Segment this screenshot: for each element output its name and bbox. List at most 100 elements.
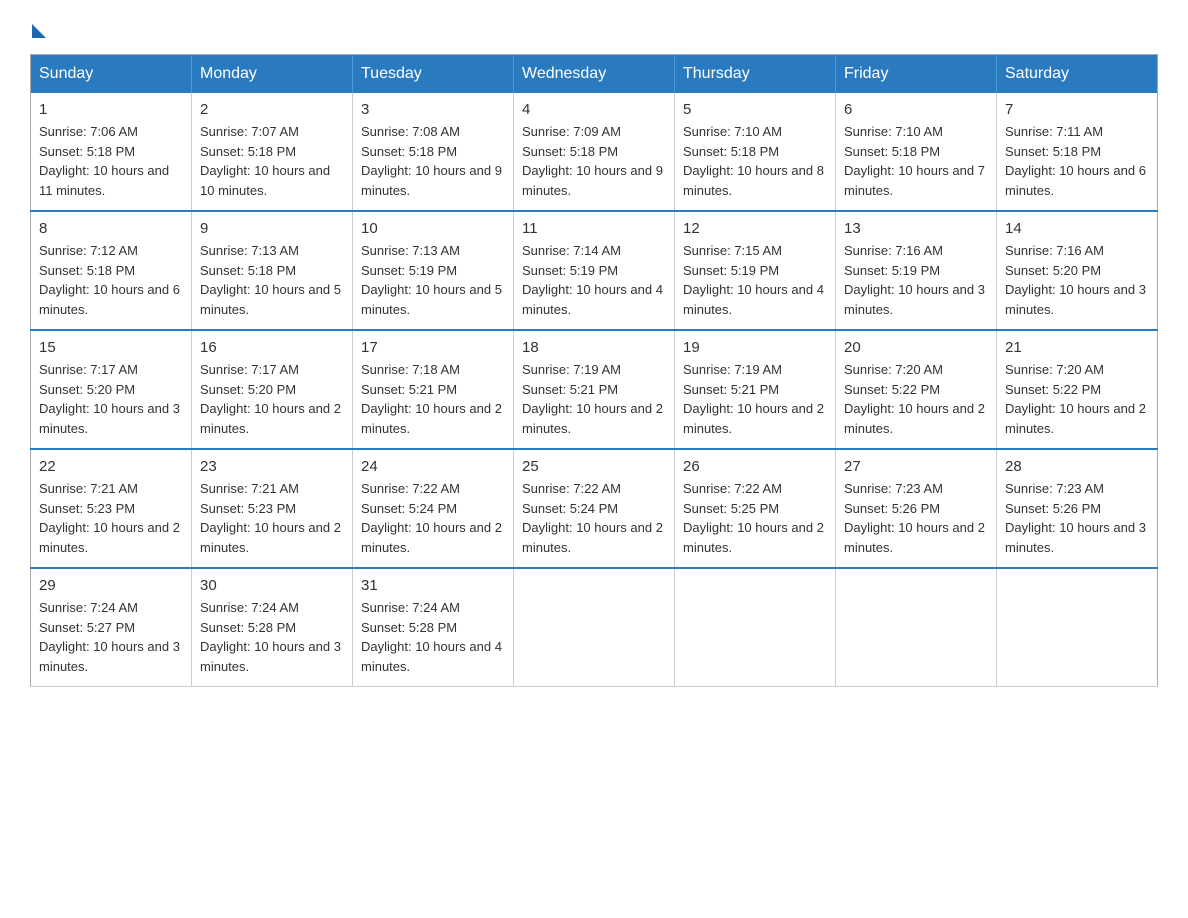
sunset-label: Sunset: 5:19 PM — [522, 263, 618, 278]
sunset-label: Sunset: 5:28 PM — [200, 620, 296, 635]
day-info: Sunrise: 7:14 AM Sunset: 5:19 PM Dayligh… — [522, 241, 666, 319]
calendar-week-row: 8 Sunrise: 7:12 AM Sunset: 5:18 PM Dayli… — [31, 211, 1158, 330]
day-number: 29 — [39, 577, 183, 594]
calendar-cell: 27 Sunrise: 7:23 AM Sunset: 5:26 PM Dayl… — [836, 449, 997, 568]
sunrise-label: Sunrise: 7:24 AM — [200, 600, 299, 615]
col-header-monday: Monday — [192, 55, 353, 94]
day-number: 7 — [1005, 101, 1149, 118]
col-header-sunday: Sunday — [31, 55, 192, 94]
daylight-label: Daylight: 10 hours and 3 minutes. — [39, 639, 180, 674]
sunset-label: Sunset: 5:18 PM — [39, 144, 135, 159]
daylight-label: Daylight: 10 hours and 10 minutes. — [200, 163, 330, 198]
sunset-label: Sunset: 5:19 PM — [361, 263, 457, 278]
daylight-label: Daylight: 10 hours and 9 minutes. — [361, 163, 502, 198]
day-number: 21 — [1005, 339, 1149, 356]
day-info: Sunrise: 7:06 AM Sunset: 5:18 PM Dayligh… — [39, 122, 183, 200]
day-number: 18 — [522, 339, 666, 356]
sunset-label: Sunset: 5:18 PM — [200, 263, 296, 278]
calendar-cell: 28 Sunrise: 7:23 AM Sunset: 5:26 PM Dayl… — [997, 449, 1158, 568]
day-number: 25 — [522, 458, 666, 475]
daylight-label: Daylight: 10 hours and 2 minutes. — [200, 520, 341, 555]
daylight-label: Daylight: 10 hours and 8 minutes. — [683, 163, 824, 198]
daylight-label: Daylight: 10 hours and 3 minutes. — [200, 639, 341, 674]
sunrise-label: Sunrise: 7:09 AM — [522, 124, 621, 139]
day-info: Sunrise: 7:15 AM Sunset: 5:19 PM Dayligh… — [683, 241, 827, 319]
sunset-label: Sunset: 5:21 PM — [361, 382, 457, 397]
sunrise-label: Sunrise: 7:23 AM — [844, 481, 943, 496]
sunset-label: Sunset: 5:23 PM — [200, 501, 296, 516]
calendar-week-row: 1 Sunrise: 7:06 AM Sunset: 5:18 PM Dayli… — [31, 93, 1158, 211]
day-number: 2 — [200, 101, 344, 118]
sunrise-label: Sunrise: 7:18 AM — [361, 362, 460, 377]
sunrise-label: Sunrise: 7:15 AM — [683, 243, 782, 258]
daylight-label: Daylight: 10 hours and 2 minutes. — [844, 401, 985, 436]
calendar-cell: 21 Sunrise: 7:20 AM Sunset: 5:22 PM Dayl… — [997, 330, 1158, 449]
calendar-cell: 20 Sunrise: 7:20 AM Sunset: 5:22 PM Dayl… — [836, 330, 997, 449]
calendar-cell: 4 Sunrise: 7:09 AM Sunset: 5:18 PM Dayli… — [514, 93, 675, 211]
daylight-label: Daylight: 10 hours and 2 minutes. — [844, 520, 985, 555]
calendar-cell: 19 Sunrise: 7:19 AM Sunset: 5:21 PM Dayl… — [675, 330, 836, 449]
day-number: 3 — [361, 101, 505, 118]
sunset-label: Sunset: 5:21 PM — [683, 382, 779, 397]
calendar-cell: 29 Sunrise: 7:24 AM Sunset: 5:27 PM Dayl… — [31, 568, 192, 687]
day-number: 27 — [844, 458, 988, 475]
daylight-label: Daylight: 10 hours and 2 minutes. — [200, 401, 341, 436]
day-number: 14 — [1005, 220, 1149, 237]
sunset-label: Sunset: 5:18 PM — [844, 144, 940, 159]
day-info: Sunrise: 7:24 AM Sunset: 5:27 PM Dayligh… — [39, 598, 183, 676]
calendar-cell: 10 Sunrise: 7:13 AM Sunset: 5:19 PM Dayl… — [353, 211, 514, 330]
daylight-label: Daylight: 10 hours and 6 minutes. — [1005, 163, 1146, 198]
day-info: Sunrise: 7:10 AM Sunset: 5:18 PM Dayligh… — [844, 122, 988, 200]
daylight-label: Daylight: 10 hours and 2 minutes. — [522, 401, 663, 436]
sunrise-label: Sunrise: 7:24 AM — [361, 600, 460, 615]
day-info: Sunrise: 7:24 AM Sunset: 5:28 PM Dayligh… — [200, 598, 344, 676]
sunrise-label: Sunrise: 7:08 AM — [361, 124, 460, 139]
calendar-cell — [675, 568, 836, 687]
day-info: Sunrise: 7:20 AM Sunset: 5:22 PM Dayligh… — [1005, 360, 1149, 438]
calendar-week-row: 15 Sunrise: 7:17 AM Sunset: 5:20 PM Dayl… — [31, 330, 1158, 449]
daylight-label: Daylight: 10 hours and 3 minutes. — [844, 282, 985, 317]
sunrise-label: Sunrise: 7:20 AM — [844, 362, 943, 377]
page-header — [30, 20, 1158, 34]
day-info: Sunrise: 7:16 AM Sunset: 5:19 PM Dayligh… — [844, 241, 988, 319]
sunset-label: Sunset: 5:18 PM — [683, 144, 779, 159]
day-number: 1 — [39, 101, 183, 118]
sunrise-label: Sunrise: 7:10 AM — [844, 124, 943, 139]
sunset-label: Sunset: 5:19 PM — [844, 263, 940, 278]
calendar-cell: 13 Sunrise: 7:16 AM Sunset: 5:19 PM Dayl… — [836, 211, 997, 330]
sunset-label: Sunset: 5:24 PM — [522, 501, 618, 516]
sunset-label: Sunset: 5:19 PM — [683, 263, 779, 278]
calendar-cell: 11 Sunrise: 7:14 AM Sunset: 5:19 PM Dayl… — [514, 211, 675, 330]
calendar-cell: 3 Sunrise: 7:08 AM Sunset: 5:18 PM Dayli… — [353, 93, 514, 211]
day-info: Sunrise: 7:23 AM Sunset: 5:26 PM Dayligh… — [844, 479, 988, 557]
calendar-cell: 16 Sunrise: 7:17 AM Sunset: 5:20 PM Dayl… — [192, 330, 353, 449]
daylight-label: Daylight: 10 hours and 11 minutes. — [39, 163, 169, 198]
daylight-label: Daylight: 10 hours and 7 minutes. — [844, 163, 985, 198]
day-number: 13 — [844, 220, 988, 237]
day-number: 11 — [522, 220, 666, 237]
sunrise-label: Sunrise: 7:12 AM — [39, 243, 138, 258]
day-number: 30 — [200, 577, 344, 594]
day-number: 4 — [522, 101, 666, 118]
sunset-label: Sunset: 5:18 PM — [200, 144, 296, 159]
calendar-cell — [836, 568, 997, 687]
daylight-label: Daylight: 10 hours and 2 minutes. — [683, 401, 824, 436]
calendar-week-row: 29 Sunrise: 7:24 AM Sunset: 5:27 PM Dayl… — [31, 568, 1158, 687]
day-number: 9 — [200, 220, 344, 237]
daylight-label: Daylight: 10 hours and 5 minutes. — [200, 282, 341, 317]
day-number: 28 — [1005, 458, 1149, 475]
day-number: 6 — [844, 101, 988, 118]
daylight-label: Daylight: 10 hours and 2 minutes. — [683, 520, 824, 555]
daylight-label: Daylight: 10 hours and 2 minutes. — [39, 520, 180, 555]
col-header-friday: Friday — [836, 55, 997, 94]
calendar-cell: 24 Sunrise: 7:22 AM Sunset: 5:24 PM Dayl… — [353, 449, 514, 568]
sunrise-label: Sunrise: 7:13 AM — [200, 243, 299, 258]
day-info: Sunrise: 7:08 AM Sunset: 5:18 PM Dayligh… — [361, 122, 505, 200]
sunset-label: Sunset: 5:18 PM — [39, 263, 135, 278]
day-number: 31 — [361, 577, 505, 594]
sunset-label: Sunset: 5:18 PM — [1005, 144, 1101, 159]
calendar-cell: 2 Sunrise: 7:07 AM Sunset: 5:18 PM Dayli… — [192, 93, 353, 211]
sunset-label: Sunset: 5:18 PM — [361, 144, 457, 159]
sunrise-label: Sunrise: 7:17 AM — [39, 362, 138, 377]
day-info: Sunrise: 7:18 AM Sunset: 5:21 PM Dayligh… — [361, 360, 505, 438]
